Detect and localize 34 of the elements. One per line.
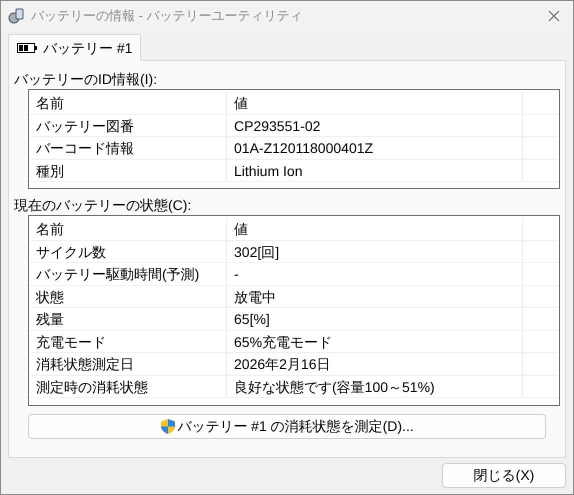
table-cell: 測定時の消耗状態 — [29, 376, 227, 397]
table-cell: 放電中 — [227, 286, 523, 307]
table-cell: 01A-Z120118000401Z — [227, 137, 523, 158]
table-cell: バッテリー駆動時間(予測) — [29, 263, 227, 284]
close-button[interactable]: 閉じる(X) — [442, 463, 566, 488]
table-cell: バッテリー図番 — [29, 114, 227, 136]
table-cell: サイクル数 — [29, 240, 227, 262]
table-cell: 残量 — [29, 308, 227, 330]
close-icon[interactable] — [547, 9, 561, 23]
column-header[interactable]: 値 — [227, 92, 523, 114]
battery-icon — [17, 43, 37, 53]
table-cell: 消耗状態測定日 — [29, 353, 227, 374]
shield-icon — [160, 418, 176, 435]
group-label: バッテリーのID情報(I): — [14, 70, 158, 89]
column-header[interactable]: 値 — [227, 218, 523, 240]
table-cell: 充電モード — [29, 330, 227, 352]
app-icon — [7, 7, 25, 25]
table-cell: 65[%] — [227, 308, 523, 330]
table-cell: Lithium Ion — [227, 160, 523, 181]
tab[interactable]: バッテリー #1 — [8, 34, 142, 61]
column-header[interactable]: 名前 — [29, 92, 227, 114]
group-label: 現在のバッテリーの状態(C): — [14, 196, 192, 215]
table-cell: バーコード情報 — [29, 137, 227, 158]
table-cell: 302[回] — [227, 240, 523, 262]
table-cell: 種別 — [29, 160, 227, 181]
table-cell: CP293551-02 — [227, 114, 523, 136]
table-cell: - — [227, 263, 523, 284]
measure-button[interactable]: バッテリー #1 の消耗状態を測定(D)... — [28, 414, 546, 439]
table-cell: 状態 — [29, 286, 227, 307]
column-header[interactable]: 名前 — [29, 218, 227, 240]
window-title: バッテリーの情報 - バッテリーユーティリティ — [31, 7, 303, 26]
table-cell: 良好な状態です(容量100～51%) — [227, 376, 523, 397]
table-cell: 65%充電モード — [227, 330, 523, 352]
table-cell: 2026年2月16日 — [227, 353, 523, 374]
